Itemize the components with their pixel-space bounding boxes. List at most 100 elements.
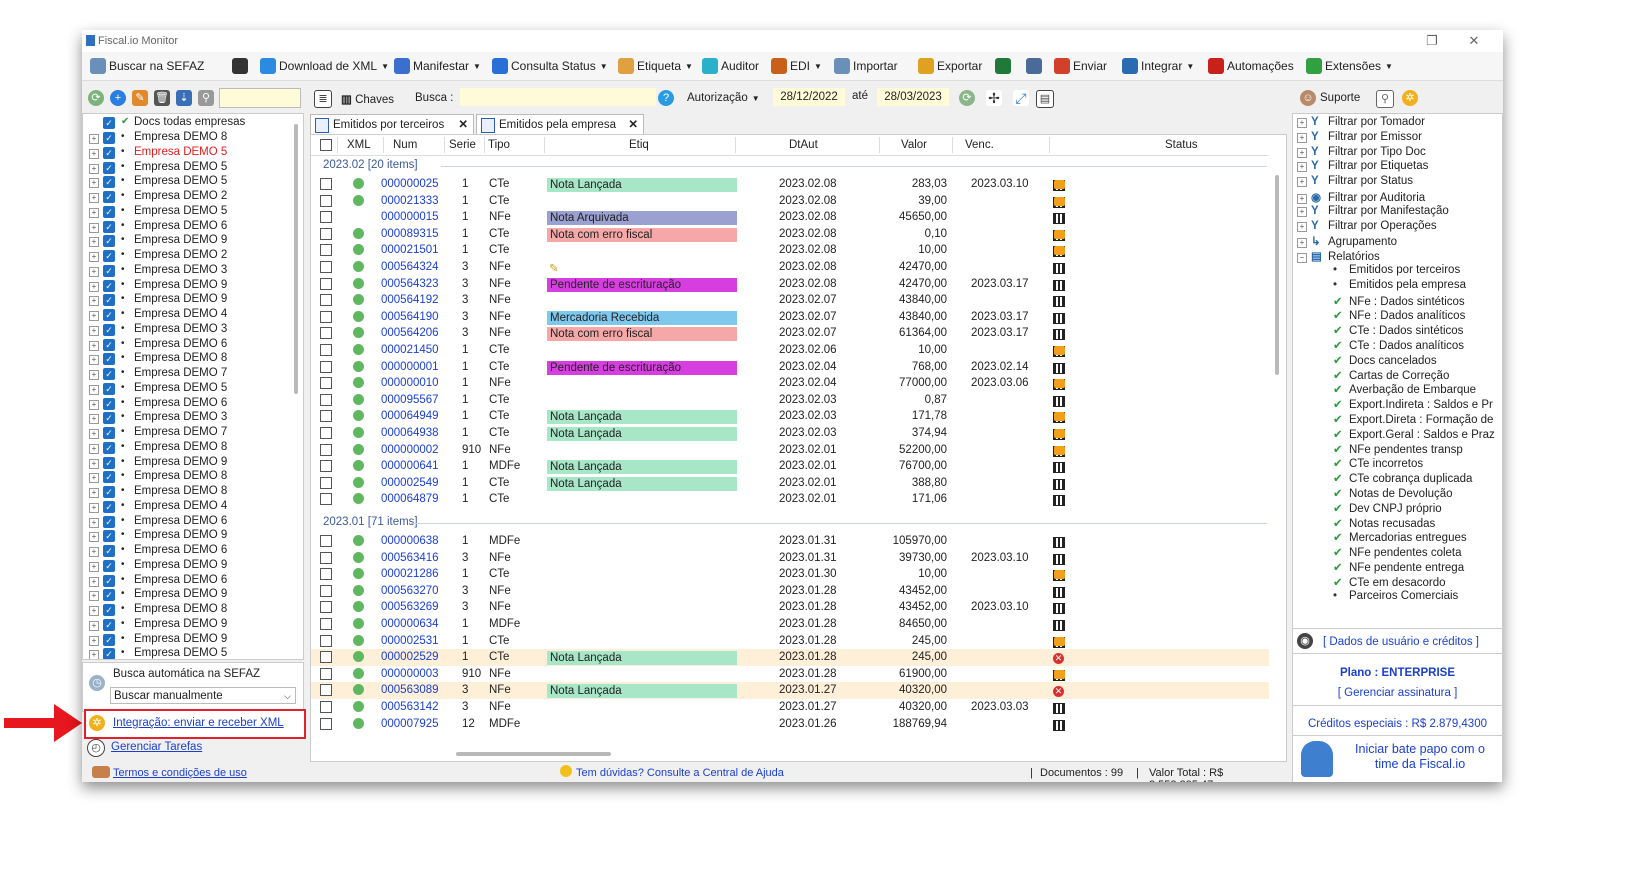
column-header[interactable]: Valor xyxy=(901,139,927,151)
support-button[interactable]: Suporte xyxy=(1320,92,1360,104)
table-row[interactable]: 000000025 1 CTe Nota Lançada 2023.02.08 283,0… xyxy=(311,176,1269,193)
doc-number[interactable]: 000563142 xyxy=(381,701,439,713)
filter-icon[interactable]: ⚲ xyxy=(198,90,214,106)
doc-number[interactable]: 000000638 xyxy=(381,535,439,547)
doc-number[interactable]: 000002549 xyxy=(381,477,439,489)
auto-search-select[interactable]: Buscar manualmente ⌵ xyxy=(110,687,296,704)
report-item[interactable]: ✔ CTe : Dados analíticos xyxy=(1333,338,1464,353)
xml-icon[interactable] xyxy=(353,277,364,289)
tree-item-company[interactable]: + ✓ • Empresa DEMO 3 xyxy=(83,411,293,426)
expand-icon[interactable]: + xyxy=(89,399,99,410)
expand-icon[interactable]: + xyxy=(89,237,99,248)
terms-link[interactable]: Termos e condições de uso xyxy=(113,767,247,779)
row-checkbox[interactable] xyxy=(320,667,332,680)
xml-icon[interactable] xyxy=(353,651,364,663)
expand-icon[interactable]: + xyxy=(89,296,99,307)
row-checkbox[interactable] xyxy=(320,618,332,630)
expand-icon[interactable]: + xyxy=(89,207,99,218)
checkbox[interactable]: ✓ xyxy=(103,382,115,395)
table-row[interactable]: 000000003 910 NFe 2023.01.28 61900,00 xyxy=(311,666,1269,683)
checkbox[interactable]: ✓ xyxy=(103,191,115,203)
edit-icon[interactable]: ✎ xyxy=(132,90,148,106)
column-header[interactable]: Etiq xyxy=(629,139,649,151)
row-checkbox[interactable] xyxy=(320,601,332,614)
tree-item-company[interactable]: + ✓ • Empresa DEMO 7 xyxy=(83,367,293,382)
tag-badge[interactable]: Mercadoria Recebida xyxy=(547,310,737,325)
expand-icon[interactable]: + xyxy=(89,311,99,321)
toolbar-button-buscar-na-sefaz[interactable]: Buscar na SEFAZ xyxy=(90,56,204,76)
doc-number[interactable]: 000021333 xyxy=(381,195,439,207)
row-checkbox[interactable] xyxy=(320,701,332,713)
row-checkbox[interactable] xyxy=(320,244,332,257)
table-row[interactable]: 000563269 3 NFe 2023.01.28 43452,00 2023.03.1… xyxy=(311,599,1269,616)
report-item[interactable]: • Emitidos por terceiros xyxy=(1333,264,1460,279)
tree-item-company[interactable]: + ✓ • Empresa DEMO 5 xyxy=(83,382,293,397)
column-header[interactable]: Status xyxy=(1165,139,1198,151)
checkbox[interactable]: ✓ xyxy=(103,146,115,159)
close-tab-icon[interactable]: ✕ xyxy=(458,115,468,135)
table-row[interactable]: 000000010 1 NFe 2023.02.04 77000,00 2023.03.0… xyxy=(311,375,1269,392)
toolbar-button-enviar[interactable]: Enviar xyxy=(1054,56,1107,76)
checkbox[interactable]: ✓ xyxy=(103,250,115,262)
xml-icon[interactable] xyxy=(353,443,364,455)
group-header[interactable]: 2023.01 [71 items] xyxy=(323,516,418,528)
report-item[interactable]: ✔ CTe : Dados sintéticos xyxy=(1333,323,1463,338)
tree-item-company[interactable]: + ✓ • Empresa DEMO 7 xyxy=(83,426,293,441)
expand-icon[interactable]: + xyxy=(89,163,99,174)
expand-icon[interactable]: + xyxy=(1297,221,1307,232)
xml-icon[interactable] xyxy=(353,194,364,206)
checkbox[interactable]: ✓ xyxy=(103,338,115,351)
tree-item-company[interactable]: + ✓ • Empresa DEMO 8 xyxy=(83,441,293,456)
integration-link[interactable]: Integração: enviar e receber XML xyxy=(113,717,284,729)
expand-icon[interactable]: + xyxy=(89,370,99,380)
checkbox[interactable]: ✓ xyxy=(103,309,115,321)
row-checkbox[interactable] xyxy=(320,393,332,406)
doc-number[interactable]: 000021501 xyxy=(381,244,439,256)
expand-icon[interactable]: + xyxy=(1297,238,1307,249)
tree-item-company[interactable]: + ✓ • Empresa DEMO 5 xyxy=(83,146,293,161)
report-item[interactable]: ✔ CTe incorretos xyxy=(1333,456,1423,471)
date-to-input[interactable]: 28/03/2023 xyxy=(877,88,949,106)
doc-number[interactable]: 000089315 xyxy=(381,228,439,240)
tag-badge[interactable]: Nota Lançada xyxy=(547,651,737,666)
tag-badge[interactable]: Pendente de escrituração xyxy=(547,360,737,375)
settings-gear-icon[interactable]: ✲ xyxy=(1402,90,1418,106)
expand-icon[interactable]: + xyxy=(89,325,99,336)
toolbar-button-importar[interactable]: Importar xyxy=(834,56,898,76)
tag-badge[interactable]: Nota Lançada xyxy=(547,476,737,491)
tree-item-company[interactable]: + ✓ • Empresa DEMO 4 xyxy=(83,500,293,515)
xml-icon[interactable] xyxy=(353,618,364,629)
doc-number[interactable]: 000564192 xyxy=(381,294,439,306)
xml-icon[interactable] xyxy=(353,667,364,679)
table-row[interactable]: 000564190 3 NFe Mercadoria Recebida 2023.02.… xyxy=(311,309,1269,326)
doc-number[interactable]: 000064949 xyxy=(381,410,439,422)
tree-item-company[interactable]: + ✓ • Empresa DEMO 5 xyxy=(83,647,293,659)
expand-icon[interactable]: + xyxy=(1297,147,1307,158)
doc-list-icon[interactable]: ≣ xyxy=(314,90,332,108)
table-row[interactable]: 000000641 1 MDFe Nota Lançada 2023.02.01 7670… xyxy=(311,458,1269,475)
toolbar-button-etiqueta[interactable]: Etiqueta ▼ xyxy=(618,56,693,76)
tree-item-company[interactable]: + ✓ • Empresa DEMO 9 xyxy=(83,279,293,294)
sort-icon[interactable]: ⇣ xyxy=(176,90,192,106)
doc-number[interactable]: 000000025 xyxy=(381,178,439,190)
row-checkbox[interactable] xyxy=(320,443,332,456)
column-header[interactable]: DtAut xyxy=(789,139,818,151)
table-row[interactable]: 000002531 1 CTe 2023.01.28 245,00 xyxy=(311,633,1269,650)
filter-item[interactable]: + ◉ Filtrar por Auditoria xyxy=(1297,190,1425,205)
expand-icon[interactable]: + xyxy=(89,488,99,498)
xml-icon[interactable] xyxy=(353,427,364,438)
grid-hscrollbar[interactable] xyxy=(456,752,611,756)
xml-icon[interactable] xyxy=(353,227,364,239)
row-checkbox[interactable] xyxy=(320,551,332,564)
table-row[interactable]: 000564206 3 NFe Nota com erro fiscal 2023.02… xyxy=(311,325,1269,342)
add-icon[interactable]: + xyxy=(110,90,126,106)
xml-icon[interactable] xyxy=(353,493,364,505)
tree-item-company[interactable]: + ✓ • Empresa DEMO 6 xyxy=(83,574,293,589)
column-header[interactable]: XML xyxy=(347,139,371,151)
expand-icon[interactable]: + xyxy=(89,134,99,144)
delete-icon[interactable]: 🗑 xyxy=(154,90,170,106)
tag-badge[interactable]: Nota com erro fiscal xyxy=(547,327,737,342)
report-item[interactable]: ✔ Export.Geral : Saldos e Praz xyxy=(1333,427,1495,442)
expand-icon[interactable]: + xyxy=(89,502,99,513)
tree-item-company[interactable]: + ✓ • Empresa DEMO 9 xyxy=(83,456,293,471)
